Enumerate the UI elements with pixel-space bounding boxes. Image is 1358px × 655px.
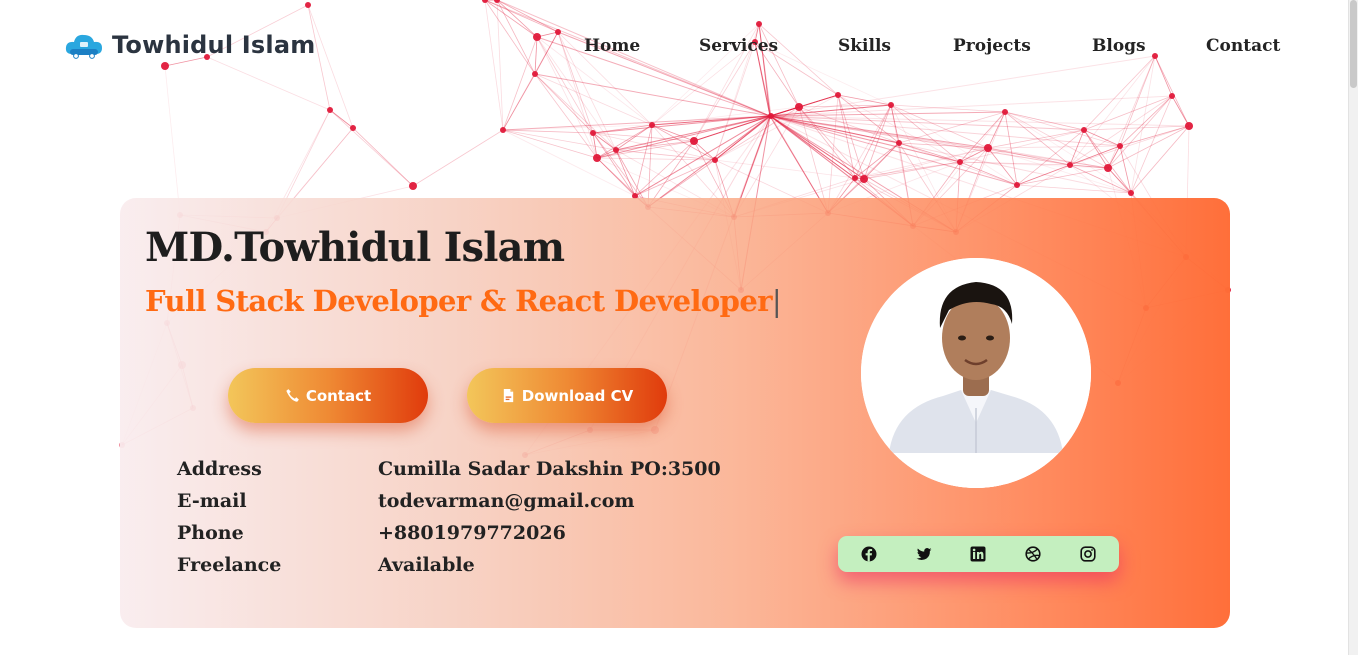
contact-button-label: Contact [305, 386, 372, 405]
phone-icon [286, 389, 299, 402]
nav-blogs[interactable]: Blogs [1092, 36, 1146, 56]
social-links [838, 536, 1119, 572]
contact-button[interactable]: Contact [228, 368, 428, 423]
info-value: +8801979772026 [378, 522, 566, 544]
network-node [1104, 164, 1112, 172]
brand-name: Towhidul Islam [112, 31, 316, 59]
pdf-file-icon [503, 388, 513, 403]
twitter-icon[interactable] [916, 546, 932, 562]
network-node [888, 102, 894, 108]
network-node [593, 154, 601, 162]
network-node [852, 175, 858, 181]
nav-contact[interactable]: Contact [1206, 36, 1280, 56]
network-node [500, 127, 506, 133]
network-node [984, 144, 992, 152]
cloud-logo-icon [65, 34, 102, 59]
navbar: Towhidul Islam Home Services Skills Proj… [0, 0, 1348, 95]
scrollbar-thumb[interactable] [1350, 0, 1357, 88]
network-node [795, 103, 803, 111]
network-node [860, 175, 868, 183]
instagram-icon[interactable] [1080, 546, 1096, 562]
hero-card: MD.Towhidul Islam Full Stack Developer &… [120, 198, 1230, 628]
info-label: Freelance [177, 554, 282, 576]
info-label: Phone [177, 522, 244, 544]
hero-name: MD.Towhidul Islam [145, 224, 565, 271]
profile-avatar [861, 258, 1091, 488]
network-node [649, 122, 655, 128]
dribbble-icon[interactable] [1025, 546, 1041, 562]
network-node [1014, 182, 1020, 188]
network-node [1081, 127, 1087, 133]
info-value: Cumilla Sadar Dakshin PO:3500 [378, 458, 721, 480]
network-node [1185, 122, 1193, 130]
network-node [1117, 143, 1123, 149]
network-node [690, 137, 698, 145]
network-node [896, 140, 902, 146]
info-label: Address [177, 458, 262, 480]
page-scrollbar[interactable] [1348, 0, 1358, 655]
network-node [327, 107, 333, 113]
nav-home[interactable]: Home [584, 36, 640, 56]
download-cv-label: Download CV [521, 386, 634, 405]
info-label: E-mail [177, 490, 247, 512]
nav-services[interactable]: Services [699, 36, 778, 56]
download-cv-button[interactable]: Download CV [467, 368, 667, 423]
network-node [1067, 162, 1073, 168]
hero-role-text: Full Stack Developer & React Developer [145, 284, 772, 318]
network-node [409, 182, 417, 190]
typing-cursor: | [771, 284, 782, 318]
brand[interactable]: Towhidul Islam [64, 30, 315, 60]
linkedin-icon[interactable] [970, 546, 986, 562]
hero-role: Full Stack Developer & React Developer| [145, 284, 782, 318]
network-node [350, 125, 356, 131]
network-node [1128, 190, 1134, 196]
info-value: todevarman@gmail.com [378, 490, 635, 512]
facebook-icon[interactable] [861, 546, 877, 562]
network-node [957, 159, 963, 165]
network-node [712, 157, 718, 163]
info-value: Available [378, 554, 475, 576]
network-node [1002, 109, 1008, 115]
profile-photo [861, 258, 1091, 488]
nav-projects[interactable]: Projects [953, 36, 1031, 56]
network-node [613, 147, 619, 153]
nav-skills[interactable]: Skills [838, 36, 891, 56]
network-node [590, 130, 596, 136]
network-hub-node [768, 114, 772, 118]
